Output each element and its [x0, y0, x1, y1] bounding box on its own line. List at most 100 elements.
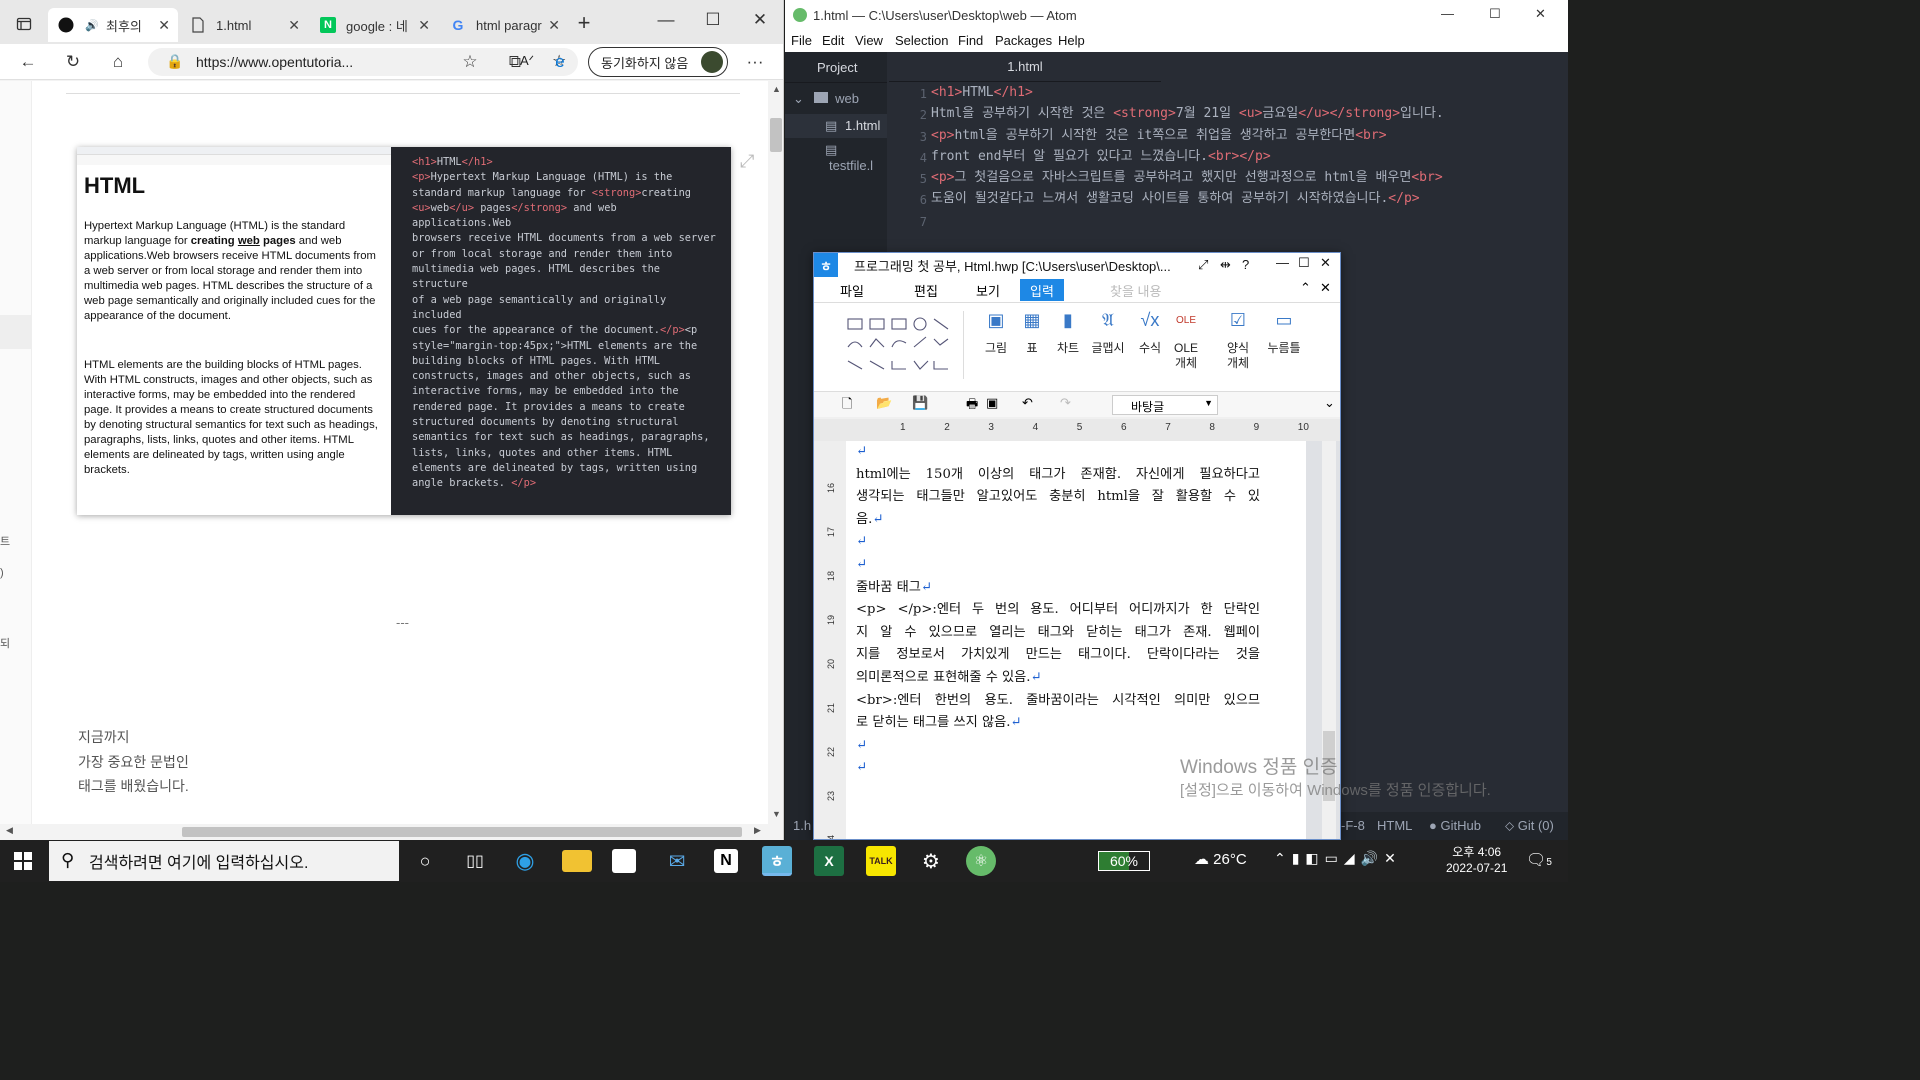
collections-icon[interactable]: ⧉	[505, 52, 525, 72]
mail-icon[interactable]: ✉	[662, 846, 692, 876]
document-line[interactable]: 지를 정보로서 가치있게 만드는 태그이다. 단락이다라는 것을	[856, 644, 1260, 667]
document-line[interactable]: 생각되는 태그들만 알고있어도 충분히 html을 잘 활용할 수 있	[856, 486, 1260, 509]
code-line[interactable]: <p>html을 공부하기 시작한 것은 it쪽으로 취업을 생각하고 공부한다…	[931, 125, 1568, 146]
horizontal-scrollbar[interactable]: ◀ ▶	[0, 824, 768, 840]
settings-icon[interactable]: ⚙	[916, 846, 946, 876]
code-line[interactable]	[931, 210, 1568, 231]
document-line[interactable]: 음.↵	[856, 509, 1260, 532]
close-icon[interactable]: ✕	[1320, 280, 1331, 296]
ribbon-equation-button[interactable]: √x 수식	[1132, 311, 1168, 356]
more-menu-icon[interactable]: ···	[745, 52, 765, 72]
menu-insert[interactable]: 입력	[1020, 279, 1064, 301]
sync-button[interactable]: 동기화하지 않음	[588, 47, 728, 77]
menu-help[interactable]: Help	[1058, 33, 1085, 48]
tab-1html[interactable]: 1.html ✕	[180, 8, 308, 42]
tab-google[interactable]: G html paragr ✕	[440, 8, 568, 42]
weather-widget[interactable]: ☁ 26°C	[1194, 850, 1247, 868]
tree-file-testfile[interactable]: ▤ testfile.l	[825, 142, 887, 173]
cortana-icon[interactable]: ○	[410, 846, 440, 876]
favorites-icon[interactable]: ☆	[460, 52, 480, 72]
shapes-gallery[interactable]	[842, 311, 964, 379]
open-icon[interactable]: 📂	[876, 395, 892, 411]
status-encoding[interactable]: -F-8	[1341, 818, 1365, 833]
code-line[interactable]: <p>그 첫걸음으로 자바스크립트를 공부하려고 했지만 선행과정으로 html…	[931, 167, 1568, 188]
document-line[interactable]: 로 닫히는 태그를 쓰지 않음.↵	[856, 712, 1260, 735]
maximize-icon[interactable]: ☐	[1298, 255, 1310, 271]
refresh-icon[interactable]: ↻	[63, 52, 83, 72]
windows-start-icon[interactable]	[14, 852, 32, 873]
chevron-down-icon[interactable]: ⌄	[1324, 395, 1335, 411]
document-line[interactable]: 의미론적으로 표현해줄 수 있음.↵	[856, 667, 1260, 690]
minimize-icon[interactable]: —	[656, 10, 676, 30]
task-view-icon[interactable]: ▯▯	[460, 846, 490, 876]
minimize-icon[interactable]: —	[1441, 6, 1454, 21]
close-tab-icon[interactable]: ✕	[288, 17, 300, 34]
maximize-icon[interactable]: ☐	[1489, 6, 1501, 22]
menu-view[interactable]: 보기	[976, 281, 1000, 300]
maximize-icon[interactable]: ☐	[703, 10, 723, 30]
ribbon-field-button[interactable]: ▭ 누름틀	[1266, 311, 1302, 356]
document-line[interactable]: <p> </p>:엔터 두 번의 용도. 어디부터 어디까지가 한 단락인	[856, 599, 1260, 622]
code-line[interactable]: 도움이 될것같다고 느껴서 생활코딩 사이트를 통하여 공부하기 시작하였습니다…	[931, 188, 1568, 209]
menu-selection[interactable]: Selection	[895, 33, 948, 48]
chevron-up-icon[interactable]: ⌃	[1300, 280, 1311, 296]
notification-icon[interactable]: 🗨5	[1526, 850, 1552, 870]
tab-naver[interactable]: N google : 네 ✕	[310, 8, 438, 42]
close-tab-icon[interactable]: ✕	[158, 17, 170, 34]
ribbon-table-button[interactable]: ▦ 표	[1014, 311, 1050, 356]
redo-icon[interactable]: ↷	[1060, 395, 1071, 411]
store-icon[interactable]	[612, 849, 636, 873]
file-explorer-icon[interactable]	[562, 850, 592, 872]
back-icon[interactable]: ←	[18, 52, 38, 72]
tab-media[interactable]: 🔊 최후의 ✕	[48, 8, 178, 42]
tab-1html[interactable]: 1.html	[889, 52, 1161, 82]
project-tab[interactable]: Project	[817, 60, 857, 75]
document-line[interactable]: ↵	[856, 441, 1260, 464]
github-button[interactable]: ● GitHub	[1429, 818, 1481, 833]
document-line[interactable]: html에는 150개 이상의 태그가 존재함. 자신에게 필요하다고	[856, 464, 1260, 487]
close-window-icon[interactable]: ✕	[750, 10, 770, 30]
scroll-thumb[interactable]	[182, 827, 742, 837]
fullscreen-icon[interactable]: ⤢	[1198, 257, 1208, 273]
print-icon[interactable]: 🖶	[966, 395, 978, 417]
git-button[interactable]: ⬦ Git (0)	[1505, 818, 1554, 834]
tree-file-1html[interactable]: ▤ 1.html	[785, 114, 887, 138]
ribbon-wordart-button[interactable]: 𝔄 글맵시	[1090, 311, 1126, 356]
new-tab-button[interactable]: +	[574, 10, 594, 35]
menu-file[interactable]: File	[791, 33, 812, 48]
atom-taskbar-icon[interactable]: ⚛	[966, 846, 996, 876]
expand-icon[interactable]: ⤢	[740, 151, 754, 172]
document-line[interactable]: 지 알 수 있으므로 열리는 태그와 닫히는 태그가 존재. 웹페이	[856, 622, 1260, 645]
menu-view[interactable]: View	[855, 33, 883, 48]
code-line[interactable]: front end부터 알 필요가 있다고 느꼈습니다.<br></p>	[931, 146, 1568, 167]
tree-folder-web[interactable]: ⌄ web	[793, 91, 859, 107]
excel-icon[interactable]: X	[814, 846, 844, 876]
ribbon-form-button[interactable]: ☑ 양식 개체	[1220, 311, 1256, 371]
menu-packages[interactable]: Packages	[995, 33, 1052, 48]
edge-ie-icon[interactable]: e	[550, 52, 570, 72]
notion-icon[interactable]: N	[714, 849, 738, 873]
document-text[interactable]: ↵ html에는 150개 이상의 태그가 존재함. 자신에게 필요하다고 생각되는…	[856, 441, 1260, 780]
clock[interactable]: 오후 4:06 2022-07-21	[1446, 844, 1507, 876]
preview-icon[interactable]: ▣	[986, 395, 998, 411]
document-line[interactable]: <br>:엔터 한번의 용도. 줄바꿈이라는 시각적인 의미만 있으므	[856, 690, 1260, 713]
home-icon[interactable]: ⌂	[108, 52, 128, 72]
close-tab-icon[interactable]: ✕	[548, 17, 560, 34]
ribbon-chart-button[interactable]: ▮ 차트	[1050, 311, 1086, 356]
ribbon-picture-button[interactable]: ▣ 그림	[978, 311, 1014, 356]
document-line[interactable]: 줄바꿈 태그↵	[856, 577, 1260, 600]
document-line[interactable]: ↵	[856, 531, 1260, 554]
document-line[interactable]: ↵	[856, 554, 1260, 577]
hwp-taskbar-icon[interactable]: ㅎ	[762, 846, 792, 876]
document-line[interactable]: ↵	[856, 735, 1260, 758]
speaker-icon[interactable]: 🔊	[84, 17, 100, 33]
edge-icon[interactable]: ◉	[510, 846, 540, 876]
ribbon-ole-button[interactable]: OLE OLE 개체	[1168, 313, 1204, 371]
battery-indicator[interactable]: 60%	[1098, 851, 1150, 871]
close-tab-icon[interactable]: ✕	[418, 17, 430, 34]
close-window-icon[interactable]: ✕	[1320, 255, 1331, 271]
status-grammar[interactable]: HTML	[1377, 818, 1412, 833]
close-window-icon[interactable]: ✕	[1535, 6, 1546, 22]
save-icon[interactable]: 💾	[912, 395, 928, 411]
ruler[interactable]: 1 2 3 4 5 6 7 8 9 10	[814, 419, 1340, 441]
